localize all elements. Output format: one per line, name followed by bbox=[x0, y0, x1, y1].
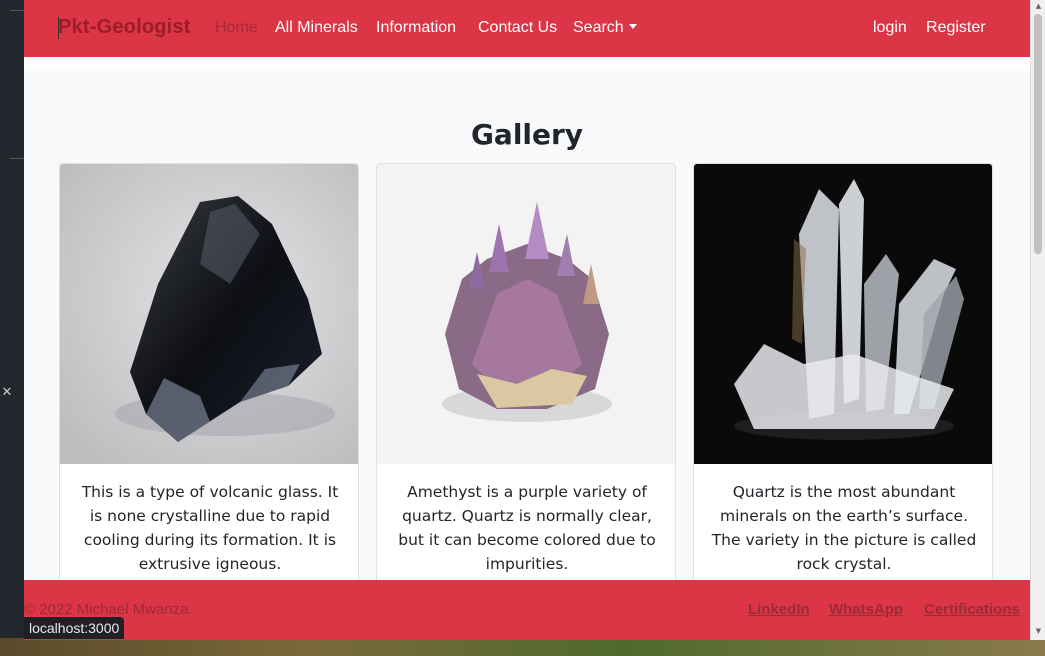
obsidian-image bbox=[60, 164, 358, 464]
page-scrollbar[interactable]: ▲ ▼ bbox=[1030, 0, 1045, 640]
footer-link-linkedin[interactable]: LinkedIn bbox=[748, 601, 810, 618]
status-url-tooltip: localhost:3000 bbox=[24, 617, 125, 639]
scroll-down-icon[interactable]: ▼ bbox=[1034, 627, 1043, 635]
gallery-title: Gallery bbox=[470, 118, 584, 151]
chevron-down-icon bbox=[628, 24, 637, 29]
card-description: This is a type of volcanic glass. It is … bbox=[81, 483, 339, 573]
close-icon[interactable]: ✕ bbox=[0, 384, 14, 402]
footer-link-certifications[interactable]: Certifications bbox=[924, 601, 1020, 618]
scroll-up-icon[interactable]: ▲ bbox=[1034, 2, 1043, 10]
editor-line bbox=[10, 10, 24, 11]
nav-all-minerals[interactable]: All Minerals bbox=[275, 19, 358, 37]
mineral-card: Amethyst is a purple variety of quartz. … bbox=[376, 163, 676, 593]
footer: © 2022 Michael Mwanza. LinkedIn WhatsApp… bbox=[24, 580, 1030, 640]
nav-information[interactable]: Information bbox=[376, 19, 456, 37]
quartz-image bbox=[694, 164, 992, 464]
footer-link-whatsapp[interactable]: WhatsApp bbox=[829, 601, 903, 618]
nav-contact-us[interactable]: Contact Us bbox=[478, 19, 557, 37]
brand-link[interactable]: Pkt-Geologist bbox=[58, 16, 191, 39]
nav-search-label: Search bbox=[573, 19, 624, 36]
mineral-card: Quartz is the most abundant minerals on … bbox=[693, 163, 993, 593]
desktop-wallpaper bbox=[0, 638, 1045, 656]
navbar-spacer bbox=[24, 57, 1030, 71]
nav-home[interactable]: Home bbox=[215, 19, 258, 37]
nav-register[interactable]: Register bbox=[926, 19, 986, 37]
browser-viewport: Pkt-Geologist Home All Minerals Informat… bbox=[24, 0, 1030, 640]
footer-copyright: © 2022 Michael Mwanza. bbox=[24, 601, 193, 618]
card-description: Quartz is the most abundant minerals on … bbox=[711, 483, 977, 573]
nav-login[interactable]: login bbox=[873, 19, 907, 37]
nav-search-dropdown[interactable]: Search bbox=[573, 19, 637, 37]
scrollbar-thumb[interactable] bbox=[1034, 14, 1042, 254]
editor-line bbox=[10, 158, 24, 159]
card-description: Amethyst is a purple variety of quartz. … bbox=[398, 483, 656, 573]
editor-side-panel: ✕ bbox=[0, 0, 24, 656]
navbar: Pkt-Geologist Home All Minerals Informat… bbox=[24, 0, 1030, 57]
amethyst-image bbox=[377, 164, 675, 464]
text-cursor bbox=[58, 17, 59, 39]
mineral-card: This is a type of volcanic glass. It is … bbox=[59, 163, 359, 593]
